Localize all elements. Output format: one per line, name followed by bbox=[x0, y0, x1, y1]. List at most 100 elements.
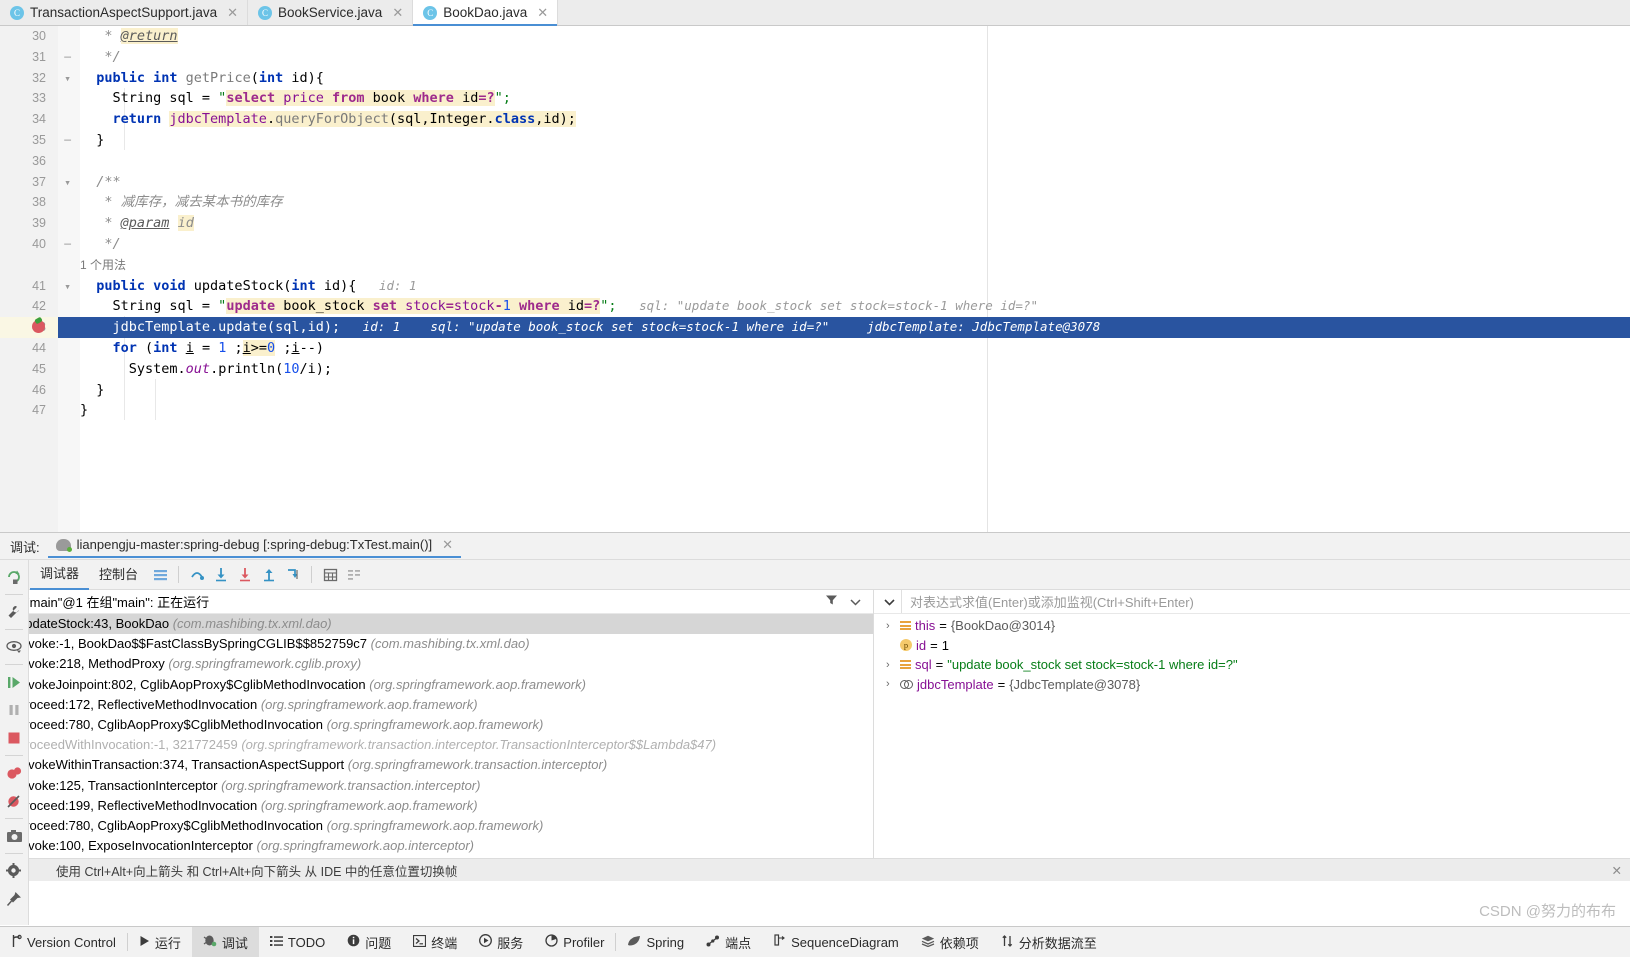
statusbar-item-services[interactable]: 服务 bbox=[468, 927, 534, 957]
statusbar-item-sequence-diagram[interactable]: SequenceDiagram bbox=[762, 927, 910, 957]
statusbar-item-endpoints[interactable]: 端点 bbox=[695, 927, 762, 957]
todo-icon bbox=[269, 935, 283, 950]
force-step-into-icon[interactable] bbox=[233, 563, 257, 587]
field-icon bbox=[900, 620, 911, 631]
table-row[interactable]: proceed:199, ReflectiveMethodInvocation … bbox=[0, 796, 873, 816]
pin-icon[interactable] bbox=[1, 886, 27, 912]
statusbar-item-version-control[interactable]: Version Control bbox=[0, 927, 127, 957]
table-row[interactable]: invoke:218, MethodProxy (org.springframe… bbox=[0, 654, 873, 674]
statusbar-item-spring[interactable]: Spring bbox=[616, 927, 695, 957]
statusbar-item-dataflow[interactable]: 分析数据流至 bbox=[990, 927, 1108, 957]
list-item[interactable]: › jdbcTemplate = {JdbcTemplate@3078} bbox=[874, 675, 1630, 695]
code-line-45: 45 System.out.println(10/i); bbox=[0, 359, 1630, 380]
stack-frames-list[interactable]: ↰updateStock:43, BookDao (com.mashibing.… bbox=[0, 614, 873, 858]
statusbar-item-todo[interactable]: TODO bbox=[259, 927, 336, 957]
mute-breakpoints-icon[interactable] bbox=[342, 563, 366, 587]
fold-collapse-icon[interactable]: ▾ bbox=[62, 281, 73, 292]
rerun-icon[interactable] bbox=[1, 564, 27, 590]
close-icon[interactable]: ✕ bbox=[392, 5, 403, 21]
fold-collapse-icon[interactable]: ─ bbox=[62, 135, 73, 146]
fold-collapse-icon[interactable]: ─ bbox=[62, 239, 73, 250]
table-row[interactable]: proceed:199, ReflectiveMethodInvocation … bbox=[0, 856, 873, 858]
thread-selector[interactable]: "main"@1 在组"main": 正在运行 bbox=[0, 590, 873, 614]
table-row[interactable]: invoke:125, TransactionInterceptor (org.… bbox=[0, 776, 873, 796]
settings-wrench-icon[interactable] bbox=[1, 599, 27, 625]
code-line-38: 38 * 减库存，减去某本书的库存 bbox=[0, 192, 1630, 213]
editor-tab-bookservice[interactable]: C BookService.java ✕ bbox=[248, 0, 414, 25]
close-icon[interactable]: ✕ bbox=[1612, 863, 1622, 878]
view-breakpoints-icon[interactable] bbox=[1, 760, 27, 786]
variables-list[interactable]: › this = {BookDao@3014} p id = 1 › sql = bbox=[874, 614, 1630, 694]
pause-icon[interactable] bbox=[1, 697, 27, 723]
debugger-body: "main"@1 在组"main": 正在运行 ↰updateStock:43,… bbox=[0, 590, 1630, 858]
list-item[interactable]: p id = 1 bbox=[874, 636, 1630, 656]
statusbar-item-problems[interactable]: 问题 bbox=[336, 927, 402, 957]
table-row[interactable]: proceed:172, ReflectiveMethodInvocation … bbox=[0, 695, 873, 715]
step-into-icon[interactable] bbox=[209, 563, 233, 587]
layout-settings-icon[interactable] bbox=[148, 563, 172, 587]
gear-icon[interactable] bbox=[1, 858, 27, 884]
statusbar-item-dependencies[interactable]: 依赖项 bbox=[910, 927, 990, 957]
table-row[interactable]: invoke:100, ExposeInvocationInterceptor … bbox=[0, 836, 873, 856]
inline-hint-sql-42: update book_stock set stock=stock-1 wher… bbox=[684, 298, 1031, 314]
table-row[interactable]: invokeWithinTransaction:374, Transaction… bbox=[0, 755, 873, 775]
code-editor[interactable]: 30 * @return 31 ─ */ 32 ▾ public int getPr… bbox=[0, 26, 1630, 532]
tab-console[interactable]: 控制台 bbox=[89, 560, 148, 589]
close-icon[interactable]: ✕ bbox=[442, 537, 453, 553]
terminal-icon bbox=[413, 934, 427, 950]
camera-icon[interactable] bbox=[1, 823, 27, 849]
statusbar-item-debug[interactable]: 调试 bbox=[191, 927, 259, 957]
resume-icon[interactable] bbox=[1, 669, 27, 695]
statusbar-label: 运行 bbox=[154, 935, 181, 951]
variable-name: this bbox=[915, 618, 936, 634]
table-row[interactable]: proceed:780, CglibAopProxy$CglibMethodIn… bbox=[0, 715, 873, 735]
code-line-42: 42 String sql = "update book_stock set s… bbox=[0, 296, 1630, 317]
fold-collapse-icon[interactable]: ▾ bbox=[62, 73, 73, 84]
run-to-cursor-icon[interactable] bbox=[281, 563, 305, 587]
editor-tab-transactionaspectsupport[interactable]: C TransactionAspectSupport.java ✕ bbox=[0, 0, 249, 25]
filter-icon[interactable] bbox=[825, 594, 838, 609]
table-row[interactable]: ↰updateStock:43, BookDao (com.mashibing.… bbox=[0, 614, 873, 635]
editor-tab-bookdao[interactable]: C BookDao.java ✕ bbox=[413, 0, 559, 26]
tab-label: BookDao.java bbox=[443, 5, 528, 20]
code-usage-hint[interactable]: 1 个用法 bbox=[0, 255, 1630, 276]
close-icon[interactable]: ✕ bbox=[537, 5, 548, 21]
table-row[interactable]: proceed:780, CglibAopProxy$CglibMethodIn… bbox=[0, 816, 873, 836]
frame-package: (org.springframework.transaction.interce… bbox=[221, 777, 481, 793]
stop-icon[interactable] bbox=[1, 725, 27, 751]
statusbar-item-terminal[interactable]: 终端 bbox=[402, 927, 468, 957]
tab-debugger[interactable]: 调试器 bbox=[30, 559, 90, 590]
table-row[interactable]: invokeJoinpoint:802, CglibAopProxy$Cglib… bbox=[0, 675, 873, 695]
frames-pane: "main"@1 在组"main": 正在运行 ↰updateStock:43,… bbox=[0, 590, 874, 858]
step-out-icon[interactable] bbox=[257, 563, 281, 587]
chevron-right-icon[interactable]: › bbox=[886, 620, 896, 632]
step-over-icon[interactable] bbox=[185, 563, 209, 587]
debug-run-configuration-tab[interactable]: lianpengju-master:spring-debug [:spring-… bbox=[47, 535, 462, 558]
statusbar-item-run[interactable]: 运行 bbox=[128, 927, 192, 957]
mute-breakpoints-icon[interactable] bbox=[1, 788, 27, 814]
chevron-down-icon[interactable] bbox=[850, 594, 861, 609]
statusbar-label: 终端 bbox=[431, 935, 458, 951]
code-line-31: 31 ─ */ bbox=[0, 47, 1630, 68]
watches-eye-icon[interactable] bbox=[1, 634, 27, 660]
chevron-right-icon[interactable]: › bbox=[886, 659, 896, 671]
chevron-right-icon[interactable]: › bbox=[886, 678, 896, 690]
javadoc-return-tag: @return bbox=[120, 28, 178, 44]
frame-method: proceed:199, ReflectiveMethodInvocation bbox=[18, 797, 258, 813]
line-number: 45 bbox=[32, 361, 46, 376]
close-icon[interactable]: ✕ bbox=[227, 5, 238, 21]
statusbar-item-profiler[interactable]: Profiler bbox=[534, 927, 615, 957]
list-item[interactable]: › this = {BookDao@3014} bbox=[874, 616, 1630, 636]
evaluate-expression-icon[interactable] bbox=[318, 563, 342, 587]
code-lines: 30 * @return 31 ─ */ 32 ▾ public int getPr… bbox=[0, 26, 1630, 421]
line-number: 47 bbox=[32, 403, 46, 418]
table-row[interactable]: proceedWithInvocation:-1, 321772459 (org… bbox=[0, 735, 873, 755]
fold-collapse-icon[interactable]: ▾ bbox=[62, 177, 73, 188]
chevron-down-icon[interactable] bbox=[878, 594, 895, 609]
evaluate-expression-row[interactable]: 对表达式求值(Enter)或添加监视(Ctrl+Shift+Enter) bbox=[874, 590, 1630, 614]
list-item[interactable]: › sql = "update book_stock set stock=sto… bbox=[874, 655, 1630, 675]
table-row[interactable]: invoke:-1, BookDao$$FastClassBySpringCGL… bbox=[0, 634, 873, 654]
toolbar-separator bbox=[178, 566, 180, 583]
fold-collapse-icon[interactable]: ─ bbox=[62, 52, 73, 63]
line-number: 37 bbox=[32, 174, 46, 189]
